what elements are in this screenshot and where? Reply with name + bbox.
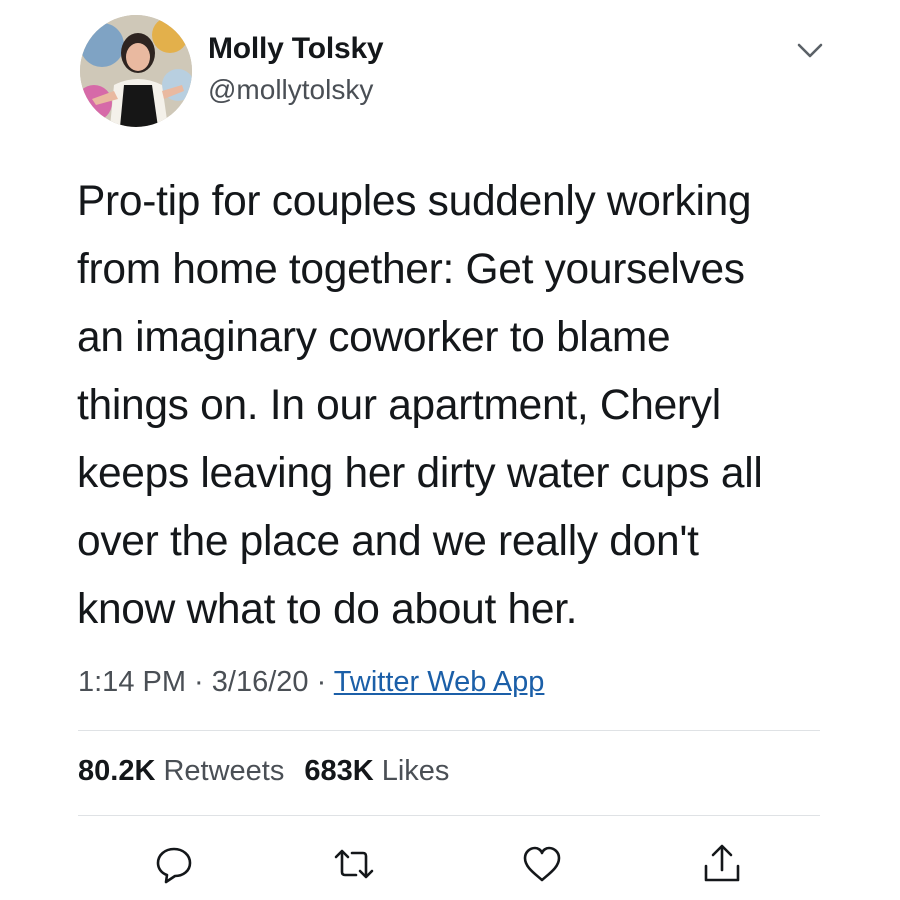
retweet-icon[interactable] bbox=[332, 842, 376, 886]
divider bbox=[78, 730, 820, 731]
likes-count: 683K bbox=[304, 755, 374, 787]
retweets-stat[interactable]: 80.2K Retweets bbox=[78, 755, 284, 787]
share-icon[interactable] bbox=[700, 842, 744, 886]
display-name[interactable]: Molly Tolsky bbox=[208, 32, 384, 66]
meta-separator: · bbox=[186, 666, 212, 698]
retweets-label: Retweets bbox=[163, 755, 285, 787]
tweet-card: Molly Tolsky @mollytolsky Pro-tip for co… bbox=[0, 0, 900, 900]
reply-icon[interactable] bbox=[152, 842, 196, 886]
profile-photo-icon bbox=[80, 15, 192, 127]
likes-label: Likes bbox=[381, 755, 450, 787]
likes-stat[interactable]: 683K Likes bbox=[304, 755, 449, 787]
avatar[interactable] bbox=[80, 15, 192, 127]
divider bbox=[78, 815, 820, 816]
tweet-meta: 1:14 PM · 3/16/20 · Twitter Web App bbox=[78, 666, 544, 699]
tweet-source-link[interactable]: Twitter Web App bbox=[334, 666, 545, 698]
tweet-date[interactable]: 3/16/20 bbox=[212, 666, 309, 698]
tweet-stats: 80.2K Retweets 683K Likes bbox=[78, 755, 449, 788]
user-handle[interactable]: @mollytolsky bbox=[208, 74, 373, 106]
heart-icon[interactable] bbox=[520, 842, 564, 886]
meta-separator: · bbox=[308, 666, 334, 698]
tweet-time[interactable]: 1:14 PM bbox=[78, 666, 186, 698]
chevron-down-icon[interactable] bbox=[790, 36, 830, 66]
retweets-count: 80.2K bbox=[78, 755, 156, 787]
tweet-text: Pro-tip for couples suddenly working fro… bbox=[77, 178, 763, 633]
